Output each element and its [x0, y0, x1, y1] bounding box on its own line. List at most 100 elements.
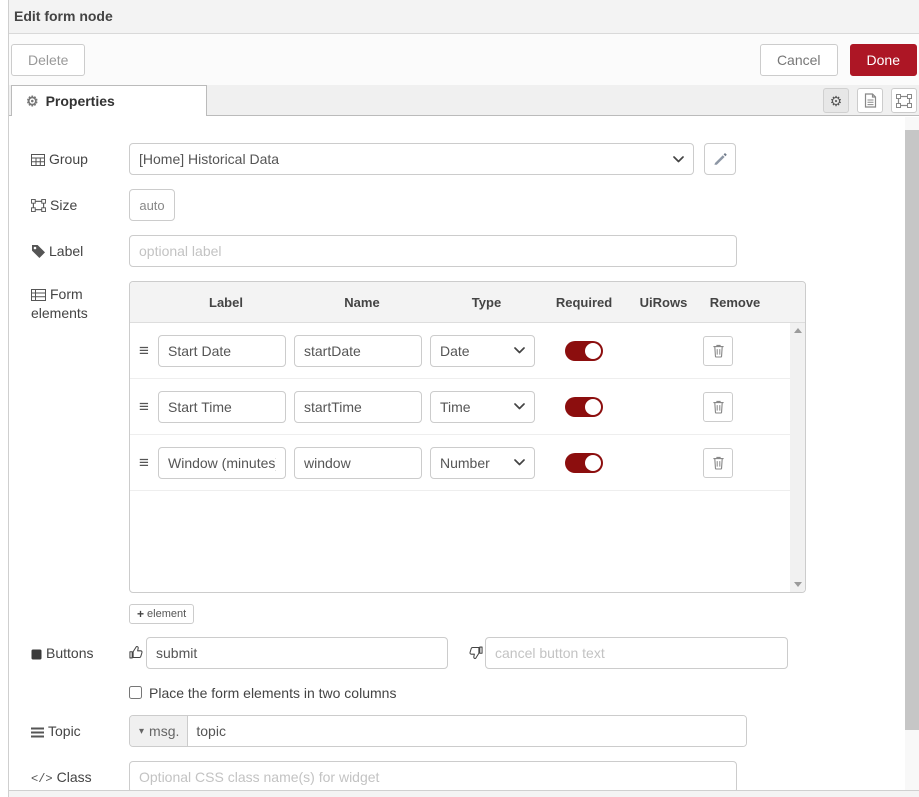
form-element-row: ≡ Time: [130, 379, 805, 435]
element-name-input[interactable]: [294, 447, 422, 479]
submit-button-text-input[interactable]: [146, 637, 448, 669]
form-elements-label: Form elements: [31, 281, 129, 323]
element-label-cell: [158, 335, 294, 367]
element-remove-cell: [702, 392, 768, 422]
dialog-scrollbar[interactable]: [905, 117, 919, 790]
cancel-button-text-input[interactable]: [485, 637, 788, 669]
chevron-down-icon: [514, 347, 525, 354]
topic-type-selector[interactable]: ▾ msg.: [130, 716, 188, 746]
plus-icon: +: [137, 607, 144, 621]
element-label-input[interactable]: [158, 335, 286, 367]
element-name-cell: [294, 391, 430, 423]
tab-icon-buttons: ⚙: [823, 88, 917, 113]
column-header-name: Name: [294, 295, 430, 310]
element-name-input[interactable]: [294, 335, 422, 367]
size-auto-button[interactable]: auto: [129, 189, 175, 221]
buttons-field-row: Buttons: [31, 637, 919, 669]
buttons-label: Buttons: [31, 637, 129, 663]
description-icon-button[interactable]: [857, 88, 883, 113]
form-elements-row: Form elements Label Name Type Required U…: [31, 281, 919, 593]
drag-handle[interactable]: ≡: [130, 341, 158, 361]
element-label-input[interactable]: [158, 447, 286, 479]
edit-group-button[interactable]: [704, 143, 736, 175]
form-elements-list: ≡ Date ≡: [130, 323, 805, 592]
element-remove-cell: [702, 336, 768, 366]
scroll-down-icon[interactable]: [794, 582, 802, 587]
topic-label: Topic: [31, 715, 129, 741]
thumbs-down-icon: [468, 637, 485, 660]
class-label: </>Class: [31, 761, 129, 787]
class-input[interactable]: [129, 761, 737, 790]
topic-value-input[interactable]: [188, 716, 746, 746]
appearance-icon-button[interactable]: [891, 88, 917, 113]
two-columns-label: Place the form elements in two columns: [149, 685, 396, 701]
element-type-select[interactable]: Date: [430, 335, 535, 367]
size-field-row: Size auto: [31, 189, 919, 221]
column-header-type: Type: [430, 295, 543, 310]
scroll-up-icon[interactable]: [794, 328, 802, 333]
group-label: Group: [31, 143, 129, 169]
delete-element-button[interactable]: [703, 336, 733, 366]
element-required-cell: [543, 397, 625, 417]
required-toggle[interactable]: [565, 453, 603, 473]
form-elements-table-header: Label Name Type Required UiRows Remove: [130, 282, 805, 323]
dialog-scrollbar-thumb[interactable]: [905, 130, 919, 730]
column-header-remove: Remove: [702, 295, 768, 310]
required-toggle[interactable]: [565, 341, 603, 361]
element-label-cell: [158, 447, 294, 479]
add-element-row: + element: [129, 604, 919, 624]
list-box-icon: [31, 289, 46, 301]
document-icon: [864, 93, 877, 108]
form-element-row: ≡ Date: [130, 323, 805, 379]
tab-properties[interactable]: ⚙ Properties: [11, 85, 207, 116]
add-element-label: element: [147, 608, 186, 620]
tag-icon: [31, 244, 45, 258]
gear-icon: ⚙: [830, 94, 843, 108]
group-select[interactable]: [Home] Historical Data: [129, 143, 694, 175]
chevron-down-icon: [673, 156, 684, 163]
cancel-button[interactable]: Cancel: [760, 44, 838, 76]
properties-icon-button[interactable]: ⚙: [823, 88, 849, 113]
dialog-title: Edit form node: [9, 0, 919, 34]
drag-handle[interactable]: ≡: [130, 397, 158, 417]
group-select-value: [Home] Historical Data: [139, 151, 279, 167]
done-button[interactable]: Done: [850, 44, 917, 76]
edit-form-node-dialog: Edit form node Delete Cancel Done ⚙ Prop…: [8, 0, 919, 797]
topic-type-label: msg.: [149, 723, 179, 739]
element-name-cell: [294, 335, 430, 367]
appearance-icon: [896, 94, 912, 108]
list-icon: [31, 727, 44, 738]
properties-panel: Group [Home] Historical Data Size a: [9, 116, 919, 790]
table-scrollbar[interactable]: [790, 323, 805, 592]
thumbs-up-icon: [129, 637, 146, 660]
caret-down-icon: ▾: [139, 726, 144, 737]
element-name-input[interactable]: [294, 391, 422, 423]
delete-element-button[interactable]: [703, 392, 733, 422]
element-label-cell: [158, 391, 294, 423]
form-element-row: ≡ Number: [130, 435, 805, 491]
topic-field-row: Topic ▾ msg.: [31, 715, 919, 747]
gear-icon: ⚙: [26, 94, 39, 108]
add-element-button[interactable]: + element: [129, 604, 194, 624]
required-toggle[interactable]: [565, 397, 603, 417]
trash-icon: [712, 455, 725, 470]
element-type-select[interactable]: Number: [430, 447, 535, 479]
trash-icon: [712, 399, 725, 414]
element-label-input[interactable]: [158, 391, 286, 423]
delete-button[interactable]: Delete: [11, 44, 85, 76]
element-remove-cell: [702, 448, 768, 478]
class-field-row: </>Class: [31, 761, 919, 790]
two-columns-checkbox[interactable]: [129, 686, 142, 699]
action-bar: Delete Cancel Done: [9, 34, 919, 85]
column-header-uirows: UiRows: [625, 295, 702, 310]
element-type-cell: Date: [430, 335, 543, 367]
label-field-row: Label: [31, 235, 919, 267]
delete-element-button[interactable]: [703, 448, 733, 478]
trash-icon: [712, 343, 725, 358]
label-input[interactable]: [129, 235, 737, 267]
chevron-down-icon: [514, 459, 525, 466]
two-columns-row: Place the form elements in two columns: [129, 685, 919, 700]
element-type-select[interactable]: Time: [430, 391, 535, 423]
size-label: Size: [31, 189, 129, 215]
drag-handle[interactable]: ≡: [130, 453, 158, 473]
